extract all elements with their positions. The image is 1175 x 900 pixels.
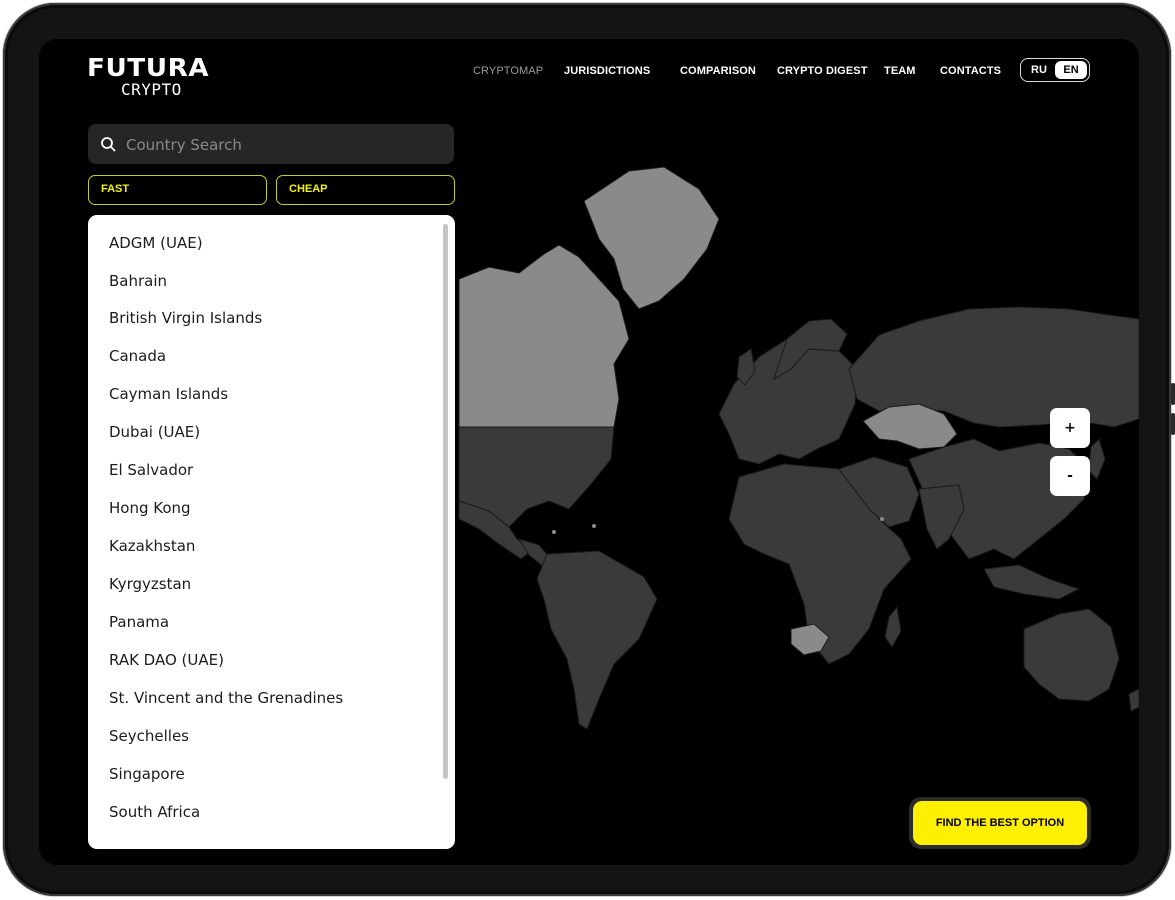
zoom-out-button[interactable]: - [1050, 456, 1090, 496]
filter-cheap-button[interactable]: CHEAP [276, 175, 455, 205]
tablet-frame: FUTURA CRYPTO CRYPTOMAP JURISDICTIONS CO… [3, 3, 1175, 896]
map-uae [880, 517, 884, 521]
zoom-in-button[interactable]: + [1050, 408, 1090, 448]
list-scrollbar[interactable] [443, 224, 448, 779]
volume-up-button [1171, 383, 1175, 405]
list-item[interactable]: RAK DAO (UAE) [109, 650, 224, 670]
nav-comparison[interactable]: COMPARISON [680, 65, 756, 77]
country-list: ADGM (UAE) Bahrain British Virgin Island… [88, 215, 455, 849]
search-icon [101, 137, 116, 152]
lang-en-option[interactable]: EN [1055, 61, 1087, 79]
list-item[interactable]: Kyrgyzstan [109, 574, 191, 594]
map-japan [1088, 438, 1106, 480]
list-item[interactable]: Panama [109, 612, 169, 632]
map-bvi [592, 524, 596, 528]
map-cayman [552, 530, 556, 534]
list-item[interactable]: El Salvador [109, 460, 193, 480]
nav-cryptomap[interactable]: CRYPTOMAP [473, 65, 543, 77]
list-item[interactable]: Cayman Islands [109, 384, 228, 404]
filter-fast-button[interactable]: FAST [88, 175, 267, 205]
list-item[interactable]: South Africa [109, 802, 200, 822]
app-screen: FUTURA CRYPTO CRYPTOMAP JURISDICTIONS CO… [39, 39, 1139, 865]
language-switch: RU EN [1020, 58, 1090, 82]
logo-wordmark: FUTURA [87, 53, 210, 82]
list-item[interactable]: Singapore [109, 764, 185, 784]
map-south-america [536, 550, 658, 730]
list-item[interactable]: ADGM (UAE) [109, 233, 203, 253]
map-new-zealand [1128, 688, 1139, 712]
list-item[interactable]: St. Vincent and the Grenadines [109, 688, 343, 708]
list-item[interactable]: Kazakhstan [109, 536, 195, 556]
list-item[interactable]: British Virgin Islands [109, 308, 262, 328]
find-best-option-button[interactable]: FIND THE BEST OPTION [913, 801, 1087, 845]
cta-container: FIND THE BEST OPTION [909, 797, 1091, 849]
list-item[interactable]: Canada [109, 346, 166, 366]
country-search [88, 124, 454, 166]
list-item[interactable]: Hong Kong [109, 498, 191, 518]
lang-ru-option[interactable]: RU [1021, 59, 1057, 81]
nav-team[interactable]: TEAM [884, 65, 916, 77]
logo-subtitle: CRYPTO [121, 80, 182, 99]
list-item[interactable]: Dubai (UAE) [109, 422, 200, 442]
map-canada [458, 244, 630, 428]
map-australia [1023, 608, 1120, 702]
search-input[interactable] [124, 124, 448, 166]
list-item[interactable]: Bahrain [109, 271, 167, 291]
map-se-asia [983, 564, 1081, 600]
nav-jurisdictions[interactable]: JURISDICTIONS [564, 65, 650, 77]
map-madagascar [884, 605, 902, 648]
list-item[interactable]: Seychelles [109, 726, 189, 746]
nav-crypto-digest[interactable]: CRYPTO DIGEST [777, 65, 868, 77]
logo[interactable]: FUTURA CRYPTO [87, 55, 209, 99]
nav-contacts[interactable]: CONTACTS [940, 65, 1001, 77]
volume-down-button [1171, 413, 1175, 435]
